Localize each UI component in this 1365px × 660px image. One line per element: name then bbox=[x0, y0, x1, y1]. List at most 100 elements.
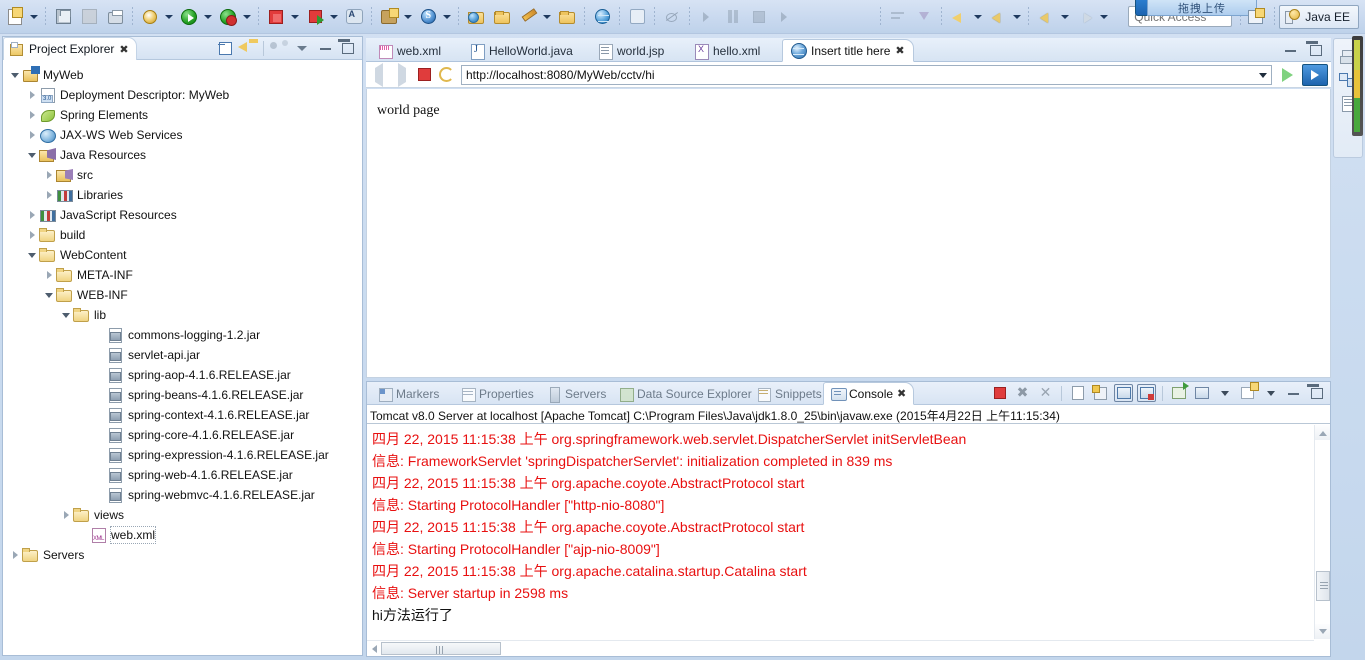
console-maximize-button[interactable] bbox=[1307, 384, 1326, 402]
tree-item-servers[interactable]: Servers bbox=[3, 545, 362, 565]
twisty-collapsed-icon[interactable] bbox=[26, 229, 39, 242]
previous-annotation-button[interactable] bbox=[985, 3, 1024, 31]
forward-dropdown[interactable] bbox=[1097, 5, 1110, 29]
twisty-collapsed-icon[interactable] bbox=[26, 129, 39, 142]
remove-all-launches-button[interactable]: ✕ bbox=[1036, 384, 1055, 402]
back-button[interactable] bbox=[1033, 3, 1072, 31]
run-button[interactable] bbox=[176, 3, 215, 31]
web-browser-button[interactable] bbox=[589, 3, 615, 31]
twisty-collapsed-icon[interactable] bbox=[26, 109, 39, 122]
run-server-dropdown[interactable] bbox=[240, 5, 253, 29]
open-external-browser-button[interactable] bbox=[1302, 63, 1328, 86]
project-tree[interactable]: MyWeb Deployment Descriptor: MyWeb Spring … bbox=[3, 60, 362, 565]
twisty-expanded-icon[interactable] bbox=[43, 289, 56, 302]
editor-tab-insert-title-here[interactable]: Insert title here ✖ bbox=[782, 39, 914, 62]
step-over-button[interactable] bbox=[798, 3, 824, 31]
twisty-expanded-icon[interactable] bbox=[9, 69, 22, 82]
forward-button[interactable] bbox=[1072, 3, 1111, 31]
open-type-button[interactable] bbox=[463, 3, 489, 31]
remove-launch-button[interactable]: ✖ bbox=[1013, 384, 1032, 402]
print-button[interactable] bbox=[102, 3, 128, 31]
tree-item-lib[interactable]: lib bbox=[3, 305, 362, 325]
suspend-button[interactable] bbox=[720, 3, 746, 31]
tree-item-servlet-api-jar[interactable]: servlet-api.jar bbox=[3, 345, 362, 365]
tree-item-deployment-descriptor-myweb[interactable]: Deployment Descriptor: MyWeb bbox=[3, 85, 362, 105]
next-annotation-dropdown[interactable] bbox=[971, 5, 984, 29]
twisty-expanded-icon[interactable] bbox=[60, 309, 73, 322]
editor-maximize-button[interactable] bbox=[1306, 41, 1326, 60]
tree-item-spring-beans-4-1-6-release-jar[interactable]: spring-beans-4.1.6.RELEASE.jar bbox=[3, 385, 362, 405]
editor-minimize-button[interactable] bbox=[1280, 41, 1300, 60]
terminate-button[interactable] bbox=[746, 3, 772, 31]
stop-button[interactable] bbox=[263, 3, 302, 31]
back-dropdown[interactable] bbox=[1058, 5, 1071, 29]
stop-dropdown[interactable] bbox=[288, 5, 301, 29]
clear-console-button[interactable] bbox=[1068, 384, 1087, 402]
editor-tab-helloworld-java[interactable]: HelloWorld.java bbox=[462, 39, 581, 62]
browser-go-button[interactable] bbox=[1276, 64, 1298, 85]
editor-tab-world-jsp[interactable]: world.jsp bbox=[590, 39, 672, 62]
console-tab-markers[interactable]: Markers bbox=[371, 382, 446, 405]
console-tab-console[interactable]: Console ✖ bbox=[823, 382, 915, 405]
twisty-collapsed-icon[interactable] bbox=[43, 169, 56, 182]
console-output[interactable]: 四月 22, 2015 11:15:38 上午 org.springframew… bbox=[367, 425, 1314, 639]
run-server-button[interactable] bbox=[215, 3, 254, 31]
tab-project-explorer[interactable]: Project Explorer ✖ bbox=[3, 37, 137, 60]
tree-item-spring-webmvc-4-1-6-release-jar[interactable]: spring-webmvc-4.1.6.RELEASE.jar bbox=[3, 485, 362, 505]
display-selected-console-button[interactable] bbox=[1192, 384, 1211, 402]
jump-button[interactable] bbox=[624, 3, 650, 31]
scroll-lock-button[interactable] bbox=[1091, 384, 1110, 402]
twisty-collapsed-icon[interactable] bbox=[26, 209, 39, 222]
console-tab-servers[interactable]: Servers bbox=[540, 382, 613, 405]
tree-item-spring-expression-4-1-6-release-jar[interactable]: spring-expression-4.1.6.RELEASE.jar bbox=[3, 445, 362, 465]
browser-stop-button[interactable] bbox=[415, 65, 434, 84]
global-scroll-rail[interactable] bbox=[1352, 36, 1363, 136]
terminate-button[interactable] bbox=[990, 384, 1009, 402]
browser-refresh-button[interactable] bbox=[438, 65, 457, 84]
browser-forward-button[interactable] bbox=[392, 65, 411, 84]
tree-item-spring-elements[interactable]: Spring Elements bbox=[3, 105, 362, 125]
new-wizard-dropdown[interactable] bbox=[27, 5, 40, 29]
view-menu-button[interactable] bbox=[292, 39, 312, 58]
tree-item-spring-web-4-1-6-release-jar[interactable]: spring-web-4.1.6.RELEASE.jar bbox=[3, 465, 362, 485]
tree-item-build[interactable]: build bbox=[3, 225, 362, 245]
tree-item-javascript-resources[interactable]: JavaScript Resources bbox=[3, 205, 362, 225]
tree-item-commons-logging-1-2-jar[interactable]: commons-logging-1.2.jar bbox=[3, 325, 362, 345]
twisty-expanded-icon[interactable] bbox=[26, 149, 39, 162]
debug-dropdown[interactable] bbox=[162, 5, 175, 29]
close-icon[interactable]: ✖ bbox=[119, 43, 128, 56]
new-console-dropdown[interactable] bbox=[1261, 384, 1280, 402]
tree-item-libraries[interactable]: Libraries bbox=[3, 185, 362, 205]
tree-item-web-xml[interactable]: web.xml bbox=[3, 525, 362, 545]
new-annotation-button[interactable] bbox=[341, 3, 367, 31]
chevron-down-icon[interactable] bbox=[1259, 72, 1267, 78]
tree-item-views[interactable]: views bbox=[3, 505, 362, 525]
console-horizontal-scrollbar[interactable] bbox=[367, 640, 1314, 656]
minimize-button[interactable] bbox=[315, 39, 335, 58]
open-resource-button[interactable] bbox=[489, 3, 515, 31]
twisty-expanded-icon[interactable] bbox=[26, 249, 39, 262]
editor-tab-hello-xml[interactable]: hello.xml bbox=[686, 39, 768, 62]
close-icon[interactable]: ✖ bbox=[895, 44, 904, 57]
tree-item-webcontent[interactable]: WebContent bbox=[3, 245, 362, 265]
tree-item-jax-ws-web-services[interactable]: JAX-WS Web Services bbox=[3, 125, 362, 145]
scroll-up-button[interactable] bbox=[1315, 425, 1330, 440]
show-console-on-error-button[interactable] bbox=[1137, 384, 1156, 402]
next-annotation-button[interactable] bbox=[946, 3, 985, 31]
step-into-button[interactable] bbox=[772, 3, 798, 31]
open-task-button[interactable] bbox=[554, 3, 580, 31]
twisty-collapsed-icon[interactable] bbox=[60, 509, 73, 522]
editor-tab-web-xml[interactable]: web.xml bbox=[370, 39, 449, 62]
console-tab-snippets[interactable]: Snippets bbox=[750, 382, 829, 405]
url-combo[interactable] bbox=[461, 64, 1272, 85]
filter-button[interactable] bbox=[911, 3, 937, 31]
new-console-view-button[interactable] bbox=[1238, 384, 1257, 402]
maximize-button[interactable] bbox=[338, 39, 358, 58]
twisty-collapsed-icon[interactable] bbox=[43, 269, 56, 282]
open-perspective-button[interactable] bbox=[1245, 6, 1267, 28]
scroll-down-button[interactable] bbox=[1315, 624, 1330, 639]
run-last-dropdown[interactable] bbox=[327, 5, 340, 29]
run-dropdown[interactable] bbox=[201, 5, 214, 29]
spring-dropdown[interactable] bbox=[440, 5, 453, 29]
save-button[interactable] bbox=[50, 3, 76, 31]
